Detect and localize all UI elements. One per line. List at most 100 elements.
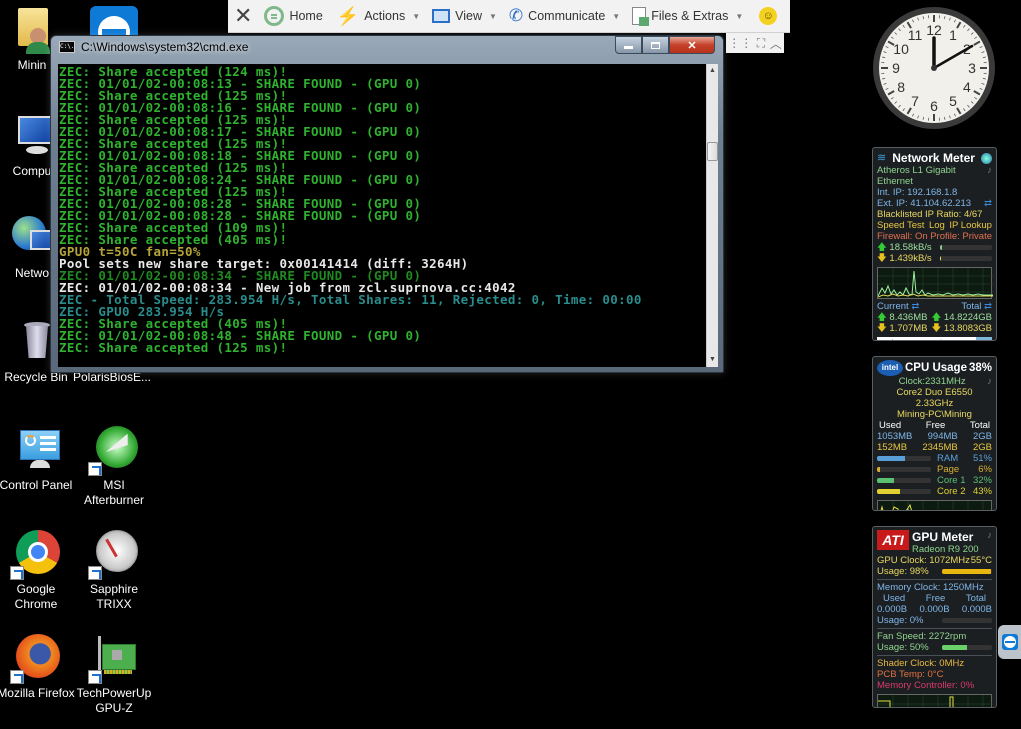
yahoo-search-input[interactable]: Yahoo! Search: [880, 339, 945, 340]
toolbar-files-extras[interactable]: Files & Extras ▼: [632, 7, 744, 26]
scroll-thumb[interactable]: [707, 142, 718, 161]
fan-speed: Fan Speed: 2272rpm: [877, 631, 967, 642]
internal-ip: Int. IP: 192.168.1.8: [877, 187, 958, 198]
gpu-model: Radeon R9 200: [912, 544, 979, 555]
blacklist-ratio: Blacklisted IP Ratio: 4/67: [877, 209, 983, 220]
window-controls: ✕: [615, 36, 715, 54]
cmd-icon: C:\.: [59, 41, 75, 53]
music-note-icon[interactable]: ♪: [987, 530, 992, 541]
cpu-meter-gadget: intel CPU Usage 38% Clock:2331MHz ♪ Core2…: [872, 356, 997, 511]
gpu-temp: 55°C: [970, 555, 992, 566]
trixx-gauge-icon: [88, 530, 138, 580]
close-button[interactable]: ✕: [669, 36, 715, 54]
maximize-button[interactable]: [642, 36, 669, 54]
monitor-icon: [432, 9, 451, 23]
gpu-clock: GPU Clock: 1072MHz: [877, 555, 970, 566]
scroll-down-icon[interactable]: ▼: [707, 353, 718, 367]
refresh-icon[interactable]: ⇄: [984, 198, 992, 209]
close-icon: ✕: [687, 39, 697, 52]
download-arrow-icon: 🡇: [877, 253, 887, 264]
teamviewer-sub-controls: ⋮⋮ ⛶ ︿: [726, 33, 784, 53]
chevron-up-icon[interactable]: ︿: [770, 35, 782, 52]
bar-label: Page: [937, 464, 960, 475]
cpu-bar-row: RAM 51%: [877, 453, 992, 464]
wifi-icon: ≋: [877, 151, 887, 164]
user-folder-icon: [8, 6, 56, 54]
memory-clock: Memory Clock: 1250MHz: [877, 582, 984, 593]
clock-numeral: 4: [963, 79, 971, 95]
fullscreen-icon[interactable]: ⛶: [757, 36, 765, 51]
toolbar-communicate[interactable]: ✆ Communicate ▼: [509, 6, 620, 26]
network-traffic-graph: [877, 267, 993, 299]
yahoo-search-box[interactable]: Yahoo! Search ⌕: [877, 337, 992, 340]
upload-speed: 18.58kB/s: [889, 242, 932, 253]
clock-numeral: 12: [926, 22, 942, 38]
toolbar-actions[interactable]: ⚡ Actions ▼: [337, 6, 420, 27]
scroll-up-icon[interactable]: ▲: [707, 64, 718, 78]
clock-gadget[interactable]: 123456789101112: [872, 6, 996, 130]
desktop: Minin Compu Netwo Recycle Bin PolarisBio…: [0, 0, 1021, 729]
search-icon[interactable]: ⌕: [976, 337, 992, 340]
cmd-window-title: C:\Windows\system32\cmd.exe: [81, 40, 249, 54]
desktop-icon-gpu-z[interactable]: TechPowerUp GPU-Z: [74, 634, 154, 716]
control-panel-icon: [12, 426, 60, 474]
music-note-icon[interactable]: ♪: [987, 165, 992, 187]
speed-test-link[interactable]: Speed Test: [877, 220, 924, 231]
download-arrow-icon: 🡇: [877, 323, 887, 334]
teamviewer-toolbar: ✕ Home ⚡ Actions ▼ View ▼ ✆ Communicate ▼ F…: [228, 0, 790, 33]
toolbar-home[interactable]: Home: [264, 6, 323, 26]
toolbar-view[interactable]: View ▼: [432, 9, 497, 23]
cpu-history-graph: [877, 500, 992, 510]
gpu-card-icon: [88, 634, 138, 684]
console-output[interactable]: ZEC: Share accepted (124 ms)! ZEC: 01/01/…: [58, 64, 706, 367]
close-icon[interactable]: ✕: [234, 5, 252, 27]
desktop-icon-google-chrome[interactable]: Google Chrome: [0, 530, 76, 612]
teamviewer-side-handle[interactable]: [998, 625, 1021, 659]
globe-icon: [981, 152, 992, 164]
current-upload: 8.436MB: [889, 312, 928, 323]
maximize-icon: [651, 41, 660, 49]
usage-bar: [877, 489, 931, 494]
cpu-bar-row: Core 2 43%: [877, 486, 992, 497]
chevron-down-icon: ▼: [735, 11, 744, 21]
lightning-icon: ⚡: [336, 5, 360, 26]
usage-bar: [877, 478, 931, 483]
music-note-icon[interactable]: ♪: [987, 376, 992, 387]
file-puzzle-icon: [632, 7, 650, 26]
log-link[interactable]: Log: [929, 220, 945, 231]
cpu-bar-row: Core 1 32%: [877, 475, 992, 486]
console-scrollbar[interactable]: ▲ ▼: [706, 64, 718, 367]
minimize-button[interactable]: [615, 36, 642, 54]
network-meter-gadget: ≋ Network Meter Atheros L1 Gigabit Ether…: [872, 147, 997, 341]
cmd-title-bar[interactable]: C:\. C:\Windows\system32\cmd.exe: [59, 40, 248, 54]
gpu-usage-bar: [942, 569, 992, 574]
total-download: 13.8083GB: [943, 323, 992, 334]
chevron-down-icon: ▼: [412, 11, 421, 21]
chevron-down-icon: ▼: [489, 11, 497, 21]
clock-numeral: 11: [908, 27, 923, 43]
desktop-icon-control-panel[interactable]: Control Panel: [0, 426, 76, 493]
grid-icon[interactable]: ⋮⋮: [728, 36, 752, 50]
pagefile-row: 152MB 2345MB 2GB: [877, 442, 992, 453]
adapter-name: Atheros L1 Gigabit Ethernet: [877, 165, 956, 187]
cmd-window[interactable]: C:\. C:\Windows\system32\cmd.exe ✕ ZEC: …: [50, 35, 724, 373]
bar-label: Core 1: [937, 475, 966, 486]
upload-arrow-icon: 🡅: [877, 242, 887, 253]
total-upload: 14.8224GB: [943, 312, 992, 323]
desktop-icon-sapphire-trixx[interactable]: Sapphire TRIXX: [74, 530, 154, 612]
current-download: 1.707MB: [889, 323, 928, 334]
intel-logo-icon: intel: [877, 360, 903, 376]
clock-numeral: 1: [949, 27, 957, 43]
smiley-icon[interactable]: ☺: [759, 7, 778, 25]
gpu-meter-gadget: ATI GPU Meter Radeon R9 200 ♪ GPU Clock:…: [872, 526, 997, 708]
phone-chat-icon: ✆: [508, 6, 524, 25]
clock-numeral: 10: [893, 41, 909, 57]
clock-numeral: 7: [911, 93, 919, 109]
ip-lookup-link[interactable]: IP Lookup: [949, 220, 992, 231]
fan-usage-bar: [942, 645, 992, 650]
memory-controller: Memory Controller: 0%: [877, 680, 975, 691]
current-label: Current ⇄: [877, 301, 920, 312]
desktop-icon-msi-afterburner[interactable]: MSI Afterburner: [74, 426, 154, 508]
usage-bar: [877, 467, 931, 472]
desktop-icon-mozilla-firefox[interactable]: Mozilla Firefox: [0, 634, 76, 701]
